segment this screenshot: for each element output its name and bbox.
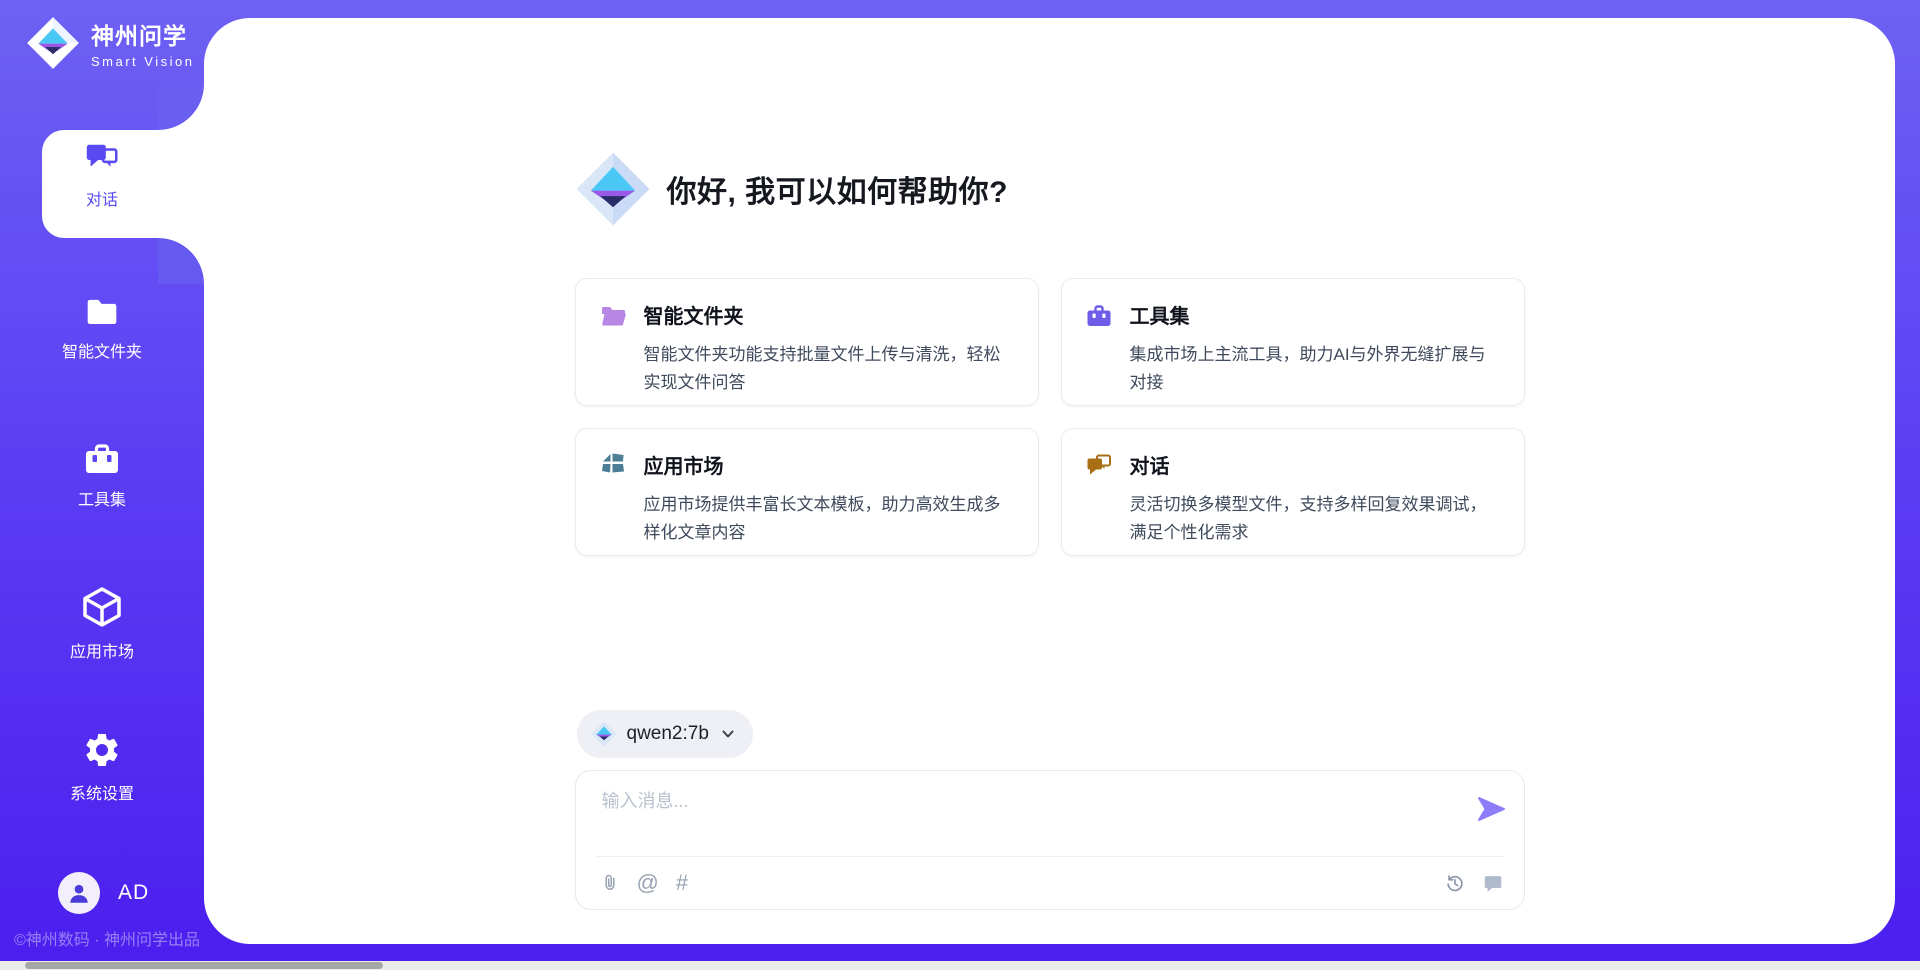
composer-divider xyxy=(596,856,1504,857)
card-smart-folder[interactable]: 智能文件夹 智能文件夹功能支持批量文件上传与清洗，轻松实现文件问答 xyxy=(575,278,1039,406)
brand-name: 神州问学 xyxy=(91,17,194,51)
card-chat[interactable]: 对话 灵活切换多模型文件，支持多样回复效果调试，满足个性化需求 xyxy=(1061,428,1525,556)
composer-tools-right xyxy=(1444,872,1504,894)
sidebar-item-chat[interactable]: 对话 xyxy=(0,142,204,210)
model-name: qwen2:7b xyxy=(627,723,709,745)
card-toolset[interactable]: 工具集 集成市场上主流工具，助力AI与外界无缝扩展与对接 xyxy=(1061,278,1525,406)
folder-icon xyxy=(82,294,122,328)
message-input[interactable] xyxy=(600,785,1420,843)
user-initials: AD xyxy=(118,881,149,905)
chat-bubbles-icon xyxy=(1085,452,1113,478)
card-description: 灵活切换多模型文件，支持多样回复效果调试，满足个性化需求 xyxy=(1130,491,1500,547)
greeting-title: 你好, 我可以如何帮助你? xyxy=(667,167,1009,211)
sidebar-item-smart-folder[interactable]: 智能文件夹 xyxy=(0,294,204,362)
user-profile[interactable]: AD xyxy=(58,872,149,914)
card-title: 对话 xyxy=(1130,450,1170,479)
card-title: 智能文件夹 xyxy=(644,300,744,329)
briefcase-icon xyxy=(1085,301,1113,329)
app-grid-icon xyxy=(599,451,627,479)
model-logo-icon xyxy=(591,721,617,747)
avatar xyxy=(58,872,100,914)
sidebar-item-settings[interactable]: 系统设置 xyxy=(0,730,204,804)
message-composer: @ # xyxy=(575,770,1525,910)
at-icon[interactable]: @ xyxy=(637,872,659,894)
card-title: 应用市场 xyxy=(644,450,724,479)
tab-curve-bottom xyxy=(158,238,204,284)
cube-icon xyxy=(81,586,123,628)
sidebar: 神州问学 Smart Vision 对话 智能文件夹 xyxy=(0,0,204,970)
sidebar-item-label: 应用市场 xyxy=(70,638,134,662)
brand-subtitle: Smart Vision xyxy=(91,54,194,69)
greeting: 你好, 我可以如何帮助你? xyxy=(575,151,1009,227)
sidebar-item-label: 智能文件夹 xyxy=(62,338,142,362)
chevron-down-icon xyxy=(719,725,737,743)
sidebar-item-label: 工具集 xyxy=(78,486,126,510)
person-icon xyxy=(66,880,92,906)
gear-icon xyxy=(82,730,122,770)
horizontal-scrollbar[interactable] xyxy=(0,961,1920,970)
main-panel: 你好, 我可以如何帮助你? 智能文件夹 智能文件夹功能支持批量文件上传与清洗，轻… xyxy=(204,18,1895,944)
send-icon xyxy=(1475,793,1507,825)
composer-tools-left: @ # xyxy=(600,872,689,894)
chat-bubbles-icon xyxy=(83,142,121,176)
sidebar-item-app-market[interactable]: 应用市场 xyxy=(0,586,204,662)
feature-cards: 智能文件夹 智能文件夹功能支持批量文件上传与清洗，轻松实现文件问答 工具集 xyxy=(575,278,1525,556)
sidebar-item-label: 对话 xyxy=(86,186,118,210)
send-button[interactable] xyxy=(1474,793,1508,827)
assistant-logo-icon xyxy=(575,151,651,227)
model-selector[interactable]: qwen2:7b xyxy=(577,710,753,758)
sidebar-footer: ©神州数码 · 神州问学出品 xyxy=(14,926,200,950)
paperclip-icon[interactable] xyxy=(600,872,620,894)
app-root: 神州问学 Smart Vision 对话 智能文件夹 xyxy=(0,0,1920,970)
card-title: 工具集 xyxy=(1130,300,1190,329)
sidebar-item-label: 系统设置 xyxy=(70,780,134,804)
brand-logo-icon xyxy=(26,16,80,70)
main-content: 你好, 我可以如何帮助你? 智能文件夹 智能文件夹功能支持批量文件上传与清洗，轻… xyxy=(575,18,1525,944)
folder-open-icon xyxy=(599,301,627,329)
hash-icon[interactable]: # xyxy=(676,872,688,894)
card-app-market[interactable]: 应用市场 应用市场提供丰富长文本模板，助力高效生成多样化文章内容 xyxy=(575,428,1039,556)
tab-curve-top xyxy=(158,84,204,130)
scrollbar-thumb[interactable] xyxy=(25,962,383,969)
card-description: 应用市场提供丰富长文本模板，助力高效生成多样化文章内容 xyxy=(644,491,1014,547)
message-icon[interactable] xyxy=(1482,872,1504,894)
brand: 神州问学 Smart Vision xyxy=(26,16,194,70)
briefcase-icon xyxy=(82,440,122,476)
card-description: 智能文件夹功能支持批量文件上传与清洗，轻松实现文件问答 xyxy=(644,341,1014,397)
history-icon[interactable] xyxy=(1444,872,1466,894)
card-description: 集成市场上主流工具，助力AI与外界无缝扩展与对接 xyxy=(1130,341,1500,397)
sidebar-item-toolset[interactable]: 工具集 xyxy=(0,440,204,510)
